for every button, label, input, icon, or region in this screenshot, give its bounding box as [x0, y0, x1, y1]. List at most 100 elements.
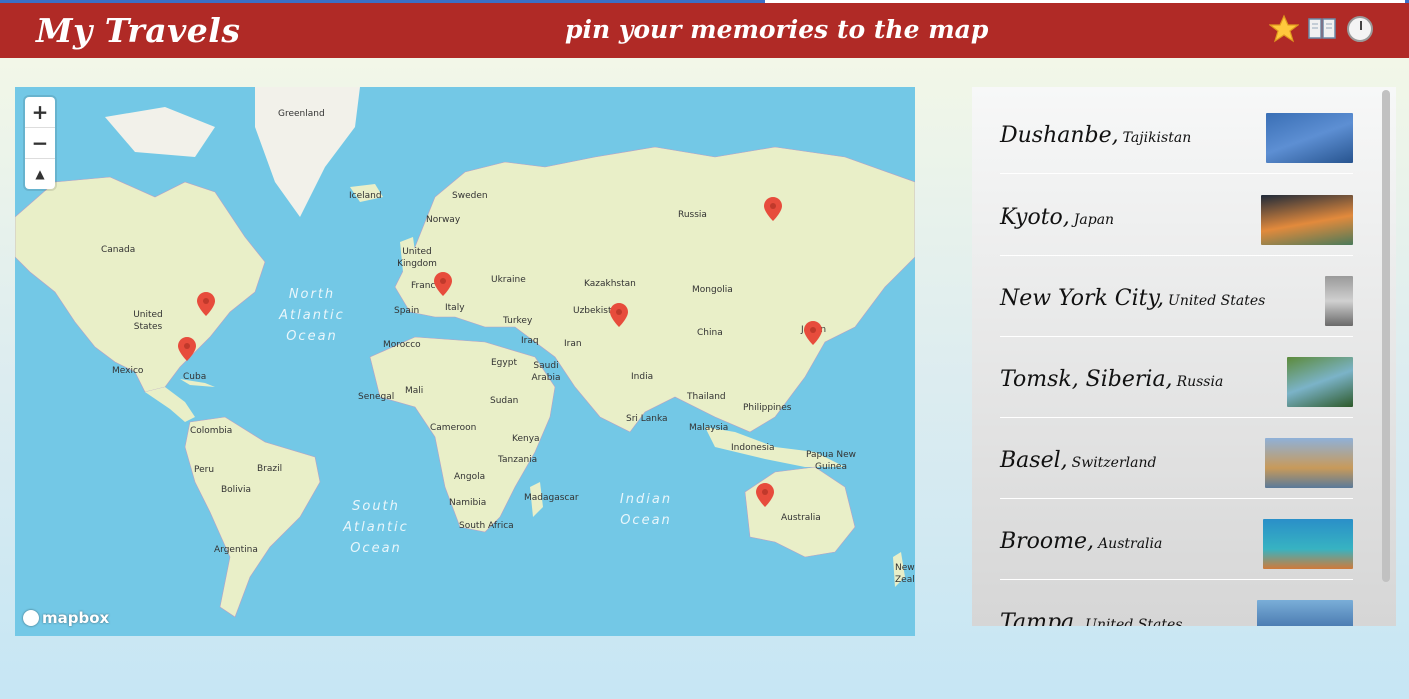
map-label: India: [631, 372, 654, 382]
place-thumbnail[interactable]: [1325, 276, 1353, 326]
list-item[interactable]: Basel, Switzerland: [1000, 418, 1353, 499]
place-title: Kyoto, Japan: [1000, 205, 1114, 230]
zoom-out-button[interactable]: −: [25, 128, 55, 159]
place-thumbnail[interactable]: [1263, 519, 1353, 569]
map-label: Turkey: [503, 316, 533, 326]
brand-title[interactable]: My Travels: [36, 11, 240, 50]
map-pin-broome[interactable]: [756, 483, 774, 507]
list-item[interactable]: New York City, United States: [1000, 256, 1353, 337]
map-label: Malaysia: [689, 423, 729, 433]
map-label: Egypt: [491, 358, 517, 368]
place-city: Tampa,: [1000, 610, 1082, 626]
book-icon[interactable]: [1307, 14, 1337, 44]
map-label: Iraq: [521, 336, 539, 346]
map-pin-dushanbe[interactable]: [610, 303, 628, 327]
app-header: My Travels pin your memories to the map: [0, 3, 1409, 58]
map-label: Mongolia: [692, 285, 733, 295]
map-label: Thailand: [687, 392, 726, 402]
zoom-in-button[interactable]: +: [25, 97, 55, 128]
map-label: Colombia: [190, 426, 233, 436]
map-label: Australia: [781, 513, 821, 523]
map-land-layer: [15, 87, 915, 618]
zoom-controls: + − ▲: [25, 97, 55, 189]
place-city: New York City,: [1000, 286, 1165, 311]
place-city: Tomsk, Siberia,: [1000, 367, 1173, 392]
map-label: United Kingdom: [397, 247, 437, 269]
map-label: Cuba: [183, 372, 207, 382]
place-thumbnail[interactable]: [1266, 113, 1353, 163]
map-label: Norway: [426, 215, 461, 225]
map-pin-kyoto[interactable]: [804, 321, 822, 345]
place-country: United States: [1085, 617, 1183, 626]
list-item[interactable]: Tampa, United States: [1000, 580, 1353, 626]
map-label: Kenya: [512, 434, 540, 444]
place-country: United States: [1168, 293, 1266, 309]
map-label: Greenland: [278, 109, 325, 119]
place-title: Tampa, United States: [1000, 610, 1182, 626]
map-label: Kazakhstan: [584, 279, 636, 289]
clock-icon[interactable]: [1345, 14, 1375, 44]
map-label: Namibia: [449, 498, 487, 508]
map-label: New Zealand: [895, 563, 915, 585]
place-city: Basel,: [1000, 448, 1068, 473]
place-thumbnail[interactable]: [1261, 195, 1353, 245]
map-label: Iran: [564, 339, 582, 349]
place-title: Basel, Switzerland: [1000, 448, 1156, 473]
map-pin-basel[interactable]: [434, 272, 452, 296]
mapbox-logo-icon: [23, 610, 39, 626]
place-country: Switzerland: [1071, 455, 1157, 471]
star-icon[interactable]: [1269, 14, 1299, 44]
map-label: Argentina: [214, 545, 258, 555]
map-pin-new-york[interactable]: [197, 292, 215, 316]
place-country: Japan: [1073, 212, 1115, 228]
ocean-label: North Atlantic Ocean: [279, 287, 345, 344]
map-label: Senegal: [358, 392, 395, 402]
map-label: Morocco: [383, 340, 421, 350]
map-label: Russia: [678, 210, 707, 220]
list-item[interactable]: Dushanbe, Tajikistan: [1000, 93, 1353, 174]
ocean-label: Indian Ocean: [619, 492, 673, 528]
place-country: Australia: [1098, 536, 1163, 552]
compass-button[interactable]: ▲: [25, 159, 55, 189]
map-pin-tomsk[interactable]: [764, 197, 782, 221]
map-label: Saudi Arabia: [531, 361, 561, 383]
place-title: Broome, Australia: [1000, 529, 1162, 554]
map-label: Madagascar: [524, 493, 579, 503]
place-thumbnail[interactable]: [1265, 438, 1353, 488]
map-label: Cameroon: [430, 423, 477, 433]
list-item[interactable]: Broome, Australia: [1000, 499, 1353, 580]
place-thumbnail[interactable]: [1287, 357, 1353, 407]
mapbox-logo-text: mapbox: [42, 609, 110, 627]
map-label: Angola: [454, 472, 486, 482]
map-pin-tampa[interactable]: [178, 337, 196, 361]
place-thumbnail[interactable]: [1257, 600, 1353, 626]
place-city: Broome,: [1000, 529, 1095, 554]
place-city: Dushanbe,: [1000, 123, 1119, 148]
map-label: Ukraine: [491, 275, 526, 285]
map-label: Italy: [445, 303, 465, 313]
map-label: Brazil: [257, 464, 283, 474]
map-label: Spain: [394, 306, 420, 316]
list-item[interactable]: Kyoto, Japan: [1000, 175, 1353, 256]
map-label: Mexico: [112, 366, 144, 376]
map-label: China: [697, 328, 723, 338]
place-country: Tajikistan: [1122, 130, 1192, 146]
map-label: Philippines: [743, 403, 792, 413]
map-label: United States: [133, 310, 163, 332]
list-item[interactable]: Tomsk, Siberia, Russia: [1000, 337, 1353, 418]
map-label: Canada: [101, 245, 136, 255]
map-label: Mali: [405, 386, 424, 396]
map-label: Peru: [194, 465, 215, 475]
place-country: Russia: [1176, 374, 1224, 390]
places-list[interactable]: Dushanbe, Tajikistan Kyoto, Japan New York…: [972, 87, 1396, 626]
map-label: Tanzania: [498, 455, 538, 465]
map-label: Indonesia: [731, 443, 775, 453]
place-title: New York City, United States: [1000, 286, 1265, 311]
map-label: Papua New Guinea: [806, 450, 856, 472]
mapbox-attribution[interactable]: mapbox: [23, 609, 109, 627]
list-scrollbar[interactable]: [1382, 90, 1390, 582]
world-map[interactable]: + − ▲ Greenland Iceland Sweden Norway Ru…: [15, 87, 915, 636]
place-title: Dushanbe, Tajikistan: [1000, 123, 1191, 148]
map-label: Sudan: [490, 396, 519, 406]
map-label: Bolivia: [221, 485, 252, 495]
